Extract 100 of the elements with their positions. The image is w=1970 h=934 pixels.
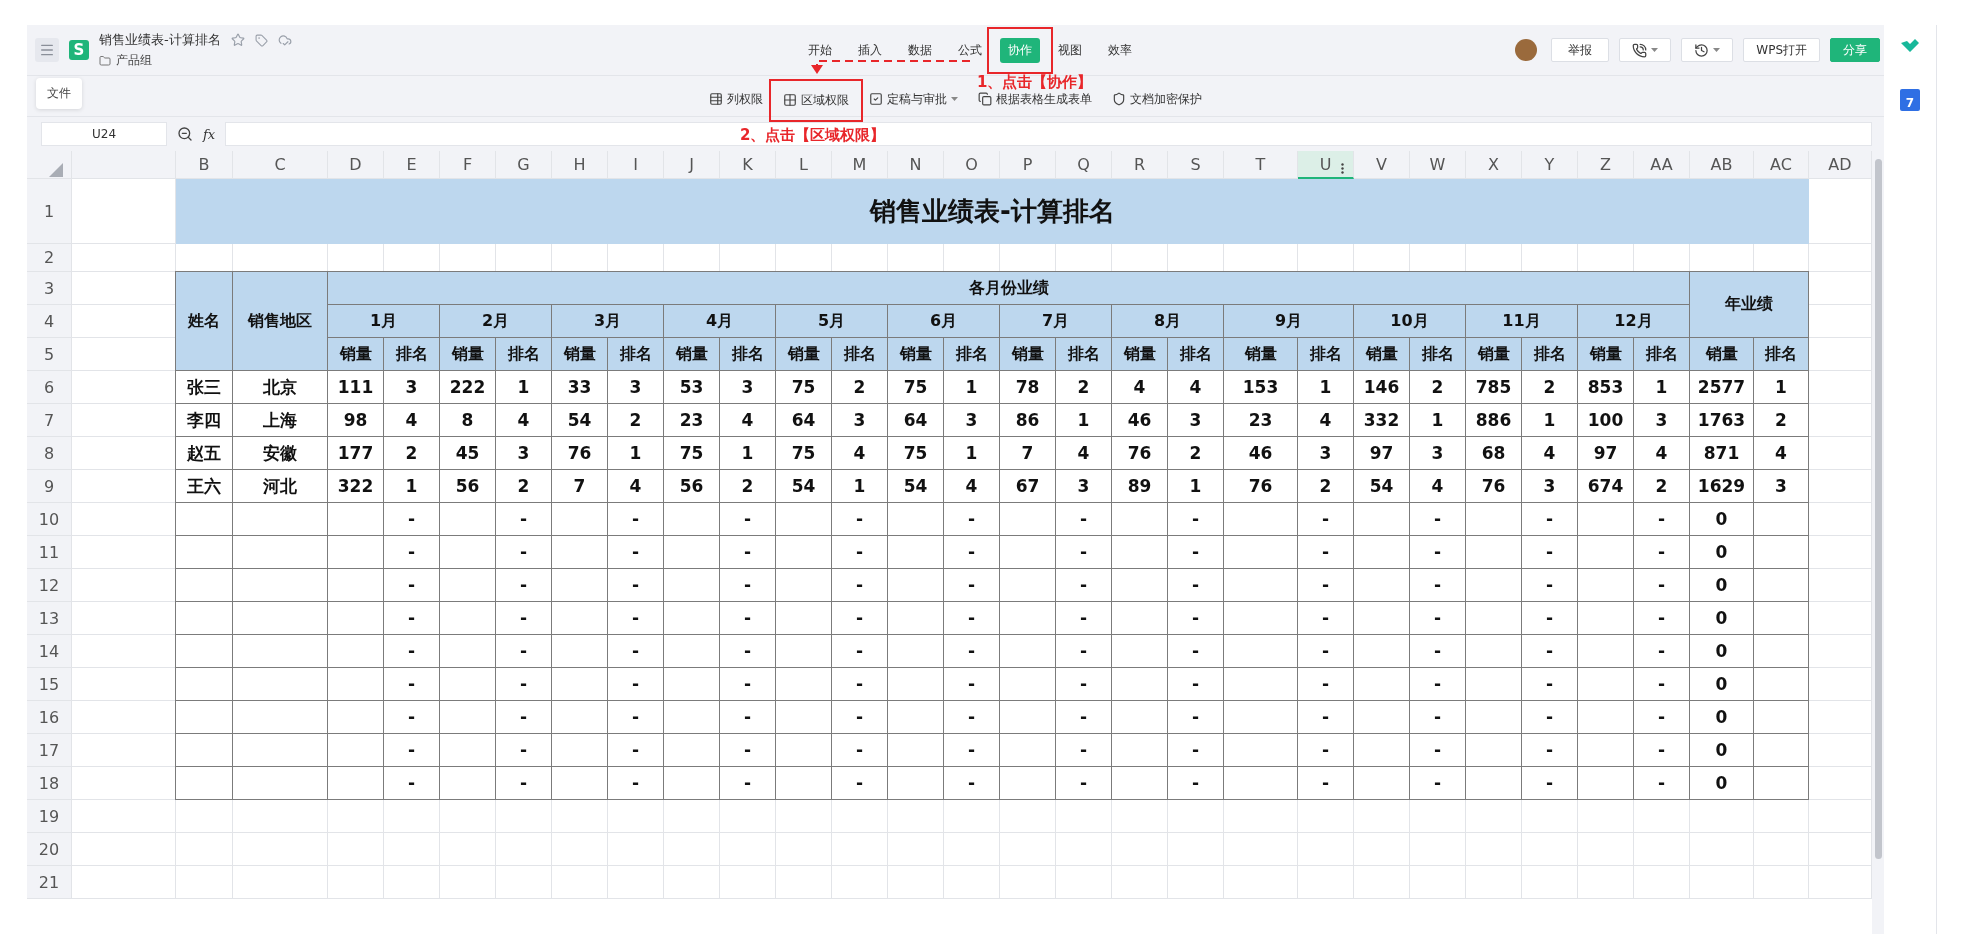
empty-cell [552,833,608,866]
row-header[interactable]: 5 [27,338,72,371]
caret-icon [1651,48,1659,52]
column-header[interactable]: V [1354,151,1410,179]
column-header[interactable]: AA [1634,151,1690,179]
ribbon-button[interactable]: 区域权限 [769,78,863,122]
menu-tab[interactable]: 视图 [1050,37,1090,63]
check-logo-icon[interactable] [1899,37,1921,55]
row-header[interactable]: 14 [27,635,72,668]
calendar-icon[interactable]: 7 [1900,89,1920,111]
column-header[interactable]: Q [1056,151,1112,179]
select-all-corner[interactable] [27,151,72,179]
menu-tab[interactable]: 效率 [1100,37,1140,63]
row-header[interactable]: 8 [27,437,72,470]
row-header[interactable]: 4 [27,305,72,338]
column-header[interactable]: N [888,151,944,179]
more-icon[interactable] [1341,163,1344,174]
menu-button[interactable] [35,38,59,62]
empty-cell [776,833,832,866]
row-header[interactable]: 11 [27,536,72,569]
row-header[interactable]: 16 [27,701,72,734]
header-button[interactable]: 举报 [1551,38,1610,62]
corner-triangle-icon [49,162,63,177]
column-header[interactable]: L [776,151,832,179]
column-header[interactable]: B [176,151,233,179]
document-title: 销售业绩表-计算排名 [99,31,221,49]
menu-tab[interactable]: 开始 [800,37,840,63]
function-label[interactable]: fx [203,126,216,142]
row-header[interactable]: 12 [27,569,72,602]
row-header[interactable]: 19 [27,800,72,833]
ribbon-button[interactable]: 根据表格生成表单 [976,90,1094,108]
column-header[interactable]: Z [1578,151,1634,179]
row-header[interactable]: 15 [27,668,72,701]
ribbon-button[interactable]: 定稿与审批 [867,90,960,108]
table-cell: 6月 [887,304,1000,338]
table-cell: 2月 [439,304,552,338]
column-header[interactable]: C [233,151,328,179]
column-header[interactable]: J [664,151,720,179]
shield-icon [1112,92,1126,106]
table-cell: 排名 [495,337,552,371]
column-header[interactable]: W [1410,151,1466,179]
folder-name[interactable]: 产品组 [116,52,152,69]
column-header[interactable]: U [1298,151,1354,179]
menu-tab[interactable]: 公式 [950,37,990,63]
empty-cell [552,866,608,899]
menu-tab[interactable]: 数据 [900,37,940,63]
table-cell: 排名 [831,337,888,371]
empty-cell [1354,866,1410,899]
star-icon[interactable] [230,33,245,47]
column-header[interactable]: P [1000,151,1056,179]
column-header[interactable]: H [552,151,608,179]
header-button[interactable]: WPS打开 [1743,38,1820,62]
cloud-check-icon[interactable] [277,33,292,47]
column-header[interactable]: X [1466,151,1522,179]
row-header[interactable]: 18 [27,767,72,800]
avatar[interactable] [1515,39,1538,61]
row-header[interactable]: 7 [27,404,72,437]
row-header[interactable]: 20 [27,833,72,866]
column-header[interactable]: AC [1754,151,1809,179]
row-header[interactable]: 6 [27,371,72,404]
call-button[interactable] [1619,38,1672,62]
column-header[interactable]: AB [1690,151,1754,179]
scrollbar-thumb[interactable] [1874,159,1882,859]
column-header[interactable]: F [440,151,496,179]
column-header[interactable]: S [1168,151,1224,179]
empty-cell [1000,833,1056,866]
column-header[interactable]: AD [1809,151,1872,179]
empty-cell [1754,866,1809,899]
column-header[interactable]: K [720,151,776,179]
column-header[interactable]: O [944,151,1000,179]
empty-cell [1522,866,1578,899]
column-header[interactable]: M [832,151,888,179]
column-header[interactable]: T [1224,151,1298,179]
table-cell: 销量 [327,337,384,371]
tag-icon[interactable] [254,33,268,47]
column-header[interactable]: G [496,151,552,179]
row-header[interactable]: 17 [27,734,72,767]
empty-cell [1354,833,1410,866]
column-header[interactable]: R [1112,151,1168,179]
ribbon-button[interactable]: 列权限 [707,90,765,108]
annotation-text: 1、点击【协作】 [977,73,1093,92]
ribbon-button[interactable]: 文档加密保护 [1110,90,1204,108]
column-header[interactable]: E [384,151,440,179]
column-header[interactable]: I [608,151,664,179]
column-header[interactable]: D [328,151,384,179]
row-header[interactable]: 13 [27,602,72,635]
formula-input[interactable] [225,122,1872,146]
menu-tab[interactable]: 插入 [850,37,890,63]
empty-cell [1690,866,1754,899]
zoom-out-icon[interactable] [177,126,193,142]
empty-cell [440,800,496,833]
row-header[interactable]: 3 [27,272,72,305]
row-header[interactable]: 1 [27,179,72,244]
row-header[interactable]: 21 [27,866,72,899]
name-box[interactable]: U24 [41,122,167,146]
row-header[interactable]: 10 [27,503,72,536]
row-header[interactable]: 9 [27,470,72,503]
column-header[interactable]: Y [1522,151,1578,179]
history-button[interactable] [1681,38,1734,62]
row-header[interactable]: 2 [27,244,72,272]
